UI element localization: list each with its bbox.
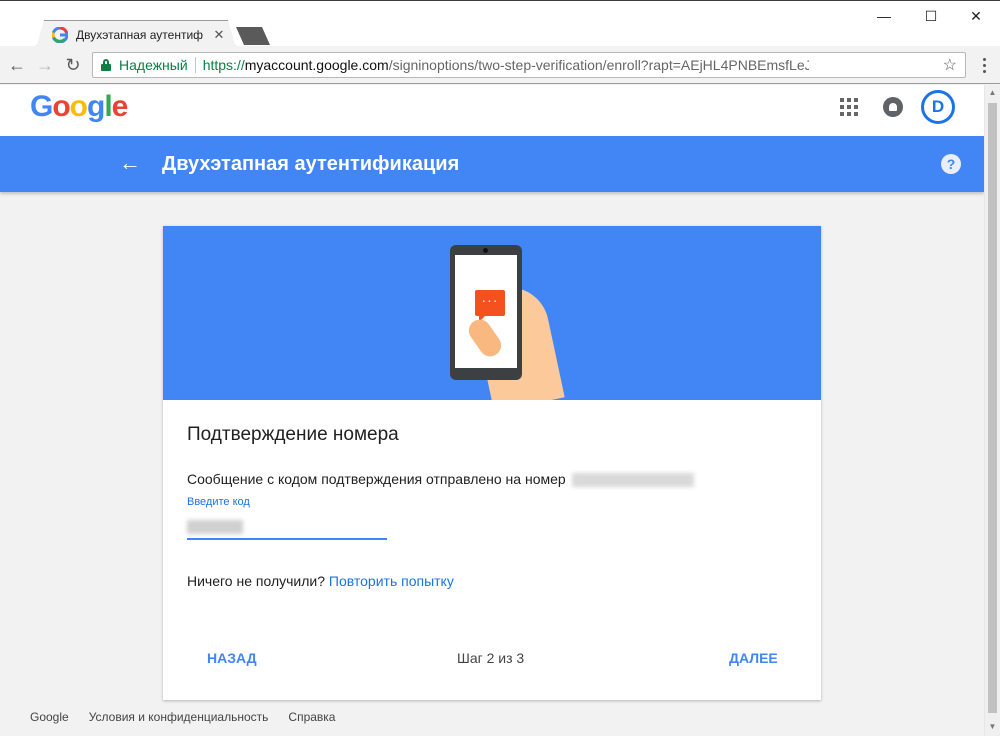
url-path: /signinoptions/two-step-verification/enr…	[388, 57, 809, 73]
logo-letter-e: e	[111, 90, 129, 123]
back-button[interactable]: НАЗАД	[207, 650, 257, 666]
sent-message: Сообщение с кодом подтверждения отправле…	[187, 471, 694, 488]
lock-icon	[101, 59, 111, 71]
account-avatar[interactable]: D	[921, 90, 955, 124]
new-tab-button[interactable]	[236, 27, 270, 45]
browser-menu-icon[interactable]	[975, 56, 993, 74]
verification-card: ··· Подтверждение номера Сообщение с код…	[163, 226, 821, 700]
footer-link-google[interactable]: Google	[30, 710, 69, 724]
omnibox-divider	[194, 57, 196, 73]
url-scheme: https://	[202, 57, 245, 73]
footer-link-help[interactable]: Справка	[288, 710, 335, 724]
logo-letter-o1: o	[52, 90, 70, 123]
minimize-button[interactable]: —	[873, 5, 895, 27]
resend-prefix: Ничего не получили?	[187, 573, 326, 589]
browser-toolbar: ← → ↻ Надежный https:// myaccount.google…	[0, 46, 1000, 84]
phone-camera	[483, 248, 488, 253]
footer-link-terms[interactable]: Условия и конфиденциальность	[89, 710, 269, 724]
logo-letter-g2: g	[87, 90, 105, 123]
google-logo[interactable]: Google	[30, 90, 129, 124]
section-header-bar: ← Двухэтапная аутентификация ?	[0, 136, 984, 192]
url-host: myaccount.google.com	[244, 57, 389, 73]
address-bar[interactable]: Надежный https:// myaccount.google.com /…	[92, 52, 966, 78]
forward-arrow-icon[interactable]: →	[33, 53, 57, 77]
logo-letter-o2: o	[69, 90, 88, 123]
google-header: Google D	[0, 85, 984, 136]
reload-icon[interactable]: ↻	[61, 53, 85, 77]
step-indicator: Шаг 2 из 3	[457, 650, 525, 666]
notifications-bell-icon[interactable]	[883, 97, 903, 117]
scroll-down-icon[interactable]: ▼	[988, 722, 997, 732]
sent-message-text: Сообщение с кодом подтверждения отправле…	[187, 471, 566, 487]
code-input[interactable]	[187, 516, 387, 540]
secure-label: Надежный	[119, 57, 188, 73]
blurred-phone-number	[571, 473, 694, 488]
scroll-up-icon[interactable]: ▲	[988, 88, 997, 98]
logo-letter-l: l	[104, 90, 112, 123]
browser-titlebar: Двухэтапная аутентиф ✕ — ☐ ✕	[0, 0, 1000, 46]
blurred-code-value	[187, 520, 243, 534]
chat-bubble-icon: ···	[475, 290, 505, 316]
scroll-thumb[interactable]	[988, 103, 997, 713]
tab-title: Двухэтапная аутентиф	[76, 27, 204, 42]
card-actions: НАЗАД Шаг 2 из 3 ДАЛЕЕ	[163, 646, 821, 670]
phone-illustration: ···	[450, 245, 522, 380]
back-arrow-icon[interactable]: ←	[119, 150, 141, 176]
bookmark-star-icon[interactable]: ☆	[943, 55, 957, 75]
code-field-label: Введите код	[187, 496, 250, 508]
close-window-button[interactable]: ✕	[965, 5, 987, 27]
page-footer: Google Условия и конфиденциальность Спра…	[30, 710, 335, 724]
help-icon[interactable]: ?	[941, 154, 961, 174]
resend-link[interactable]: Повторить попытку	[329, 573, 454, 589]
hero-illustration: ···	[163, 226, 821, 400]
page-content: Google D ← Двухэтапная аутентификация ? …	[0, 85, 984, 736]
next-button[interactable]: ДАЛЕЕ	[729, 650, 778, 666]
resend-row: Ничего не получили? Повторить попытку	[187, 573, 454, 589]
page-title: Двухэтапная аутентификация	[162, 153, 460, 175]
maximize-button[interactable]: ☐	[920, 5, 942, 27]
logo-letter-g: G	[30, 90, 53, 123]
card-title: Подтверждение номера	[187, 424, 399, 445]
back-arrow-icon[interactable]: ←	[5, 53, 29, 77]
google-favicon-icon	[52, 26, 68, 43]
page-scrollbar[interactable]: ▲ ▼	[984, 85, 1000, 736]
tab-close-icon[interactable]: ✕	[212, 27, 226, 43]
apps-grid-icon[interactable]	[840, 98, 858, 116]
browser-tab-content[interactable]: Двухэтапная аутентиф ✕	[44, 21, 230, 48]
